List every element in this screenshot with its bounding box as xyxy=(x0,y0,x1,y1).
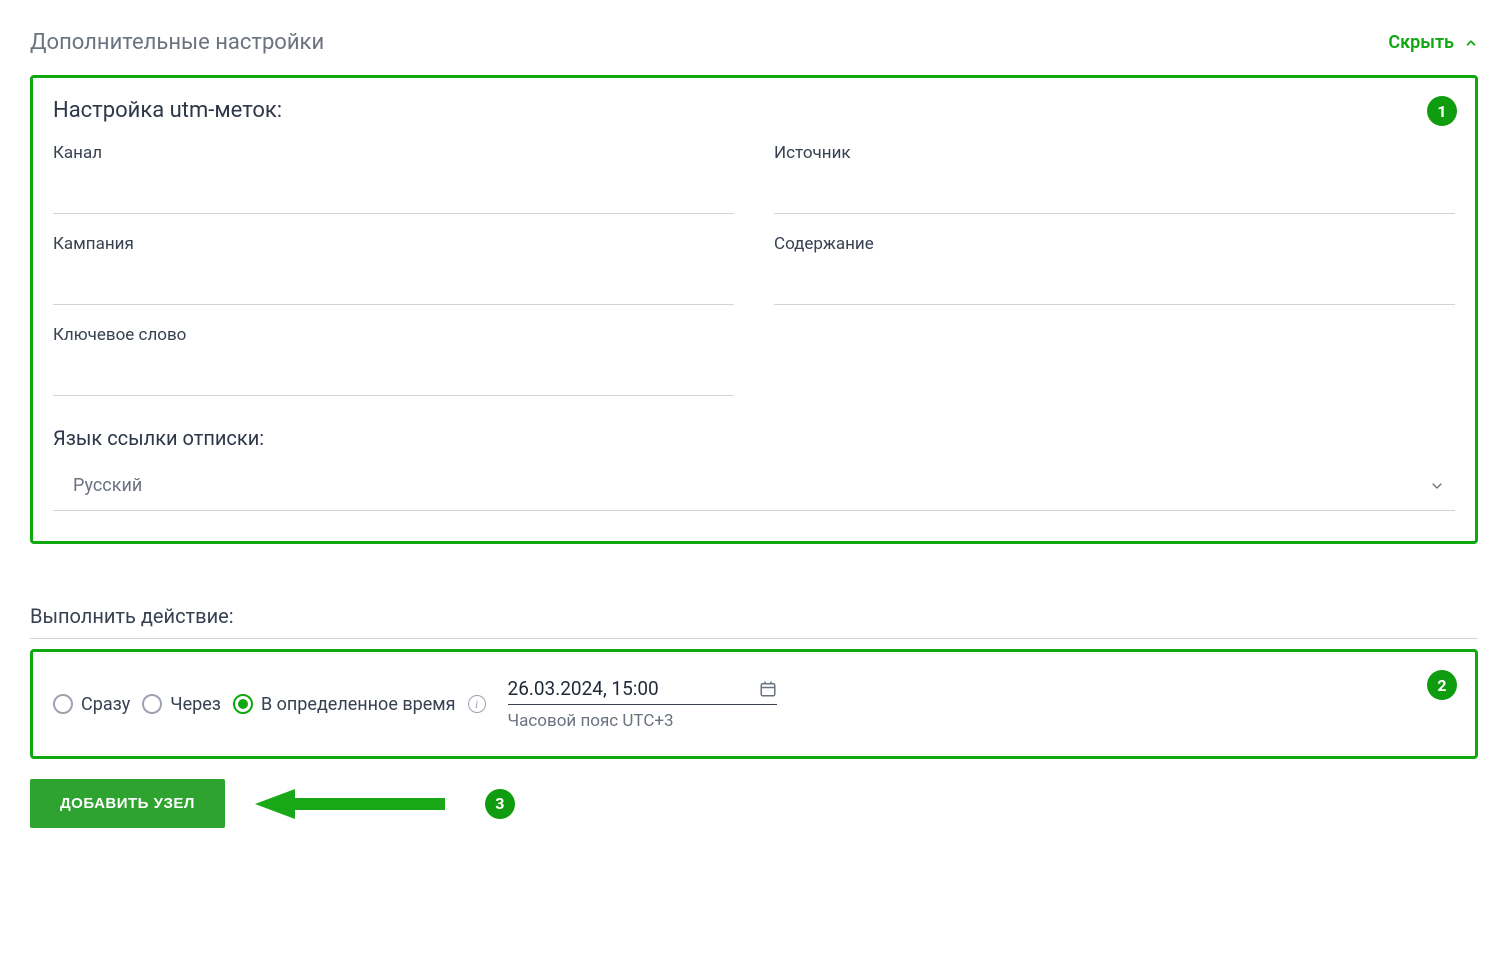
hide-toggle[interactable]: Скрыть xyxy=(1388,32,1478,53)
language-title: Язык ссылки отписки: xyxy=(53,426,1455,450)
radio-circle-icon xyxy=(53,694,73,714)
radio-circle-selected-icon xyxy=(233,694,253,714)
keyword-label: Ключевое слово xyxy=(53,325,734,345)
content-input[interactable] xyxy=(774,262,1455,305)
action-title: Выполнить действие: xyxy=(30,604,1478,639)
radio-after-label: Через xyxy=(170,694,221,715)
timezone-text: Часовой пояс UTC+3 xyxy=(508,711,777,731)
arrow-left-icon xyxy=(255,784,455,824)
annotation-badge-1: 1 xyxy=(1427,96,1457,126)
radio-dot-icon xyxy=(238,699,248,709)
radio-after[interactable]: Через xyxy=(142,694,221,715)
source-input[interactable] xyxy=(774,171,1455,214)
utm-section-title: Настройка utm-меток: xyxy=(53,98,1455,123)
keyword-input[interactable] xyxy=(53,353,734,396)
radio-immediately-label: Сразу xyxy=(81,694,130,715)
content-label: Содержание xyxy=(774,234,1455,254)
info-icon[interactable]: i xyxy=(468,695,486,713)
channel-input[interactable] xyxy=(53,171,734,214)
page-title: Дополнительные настройки xyxy=(30,30,324,55)
datetime-value: 26.03.2024, 15:00 xyxy=(508,677,659,700)
action-panel: 2 Сразу Через В определенное время i 26.… xyxy=(30,649,1478,759)
radio-circle-icon xyxy=(142,694,162,714)
source-label: Источник xyxy=(774,143,1455,163)
annotation-badge-3: 3 xyxy=(485,789,515,819)
language-select[interactable]: Русский xyxy=(53,465,1455,511)
radio-at-time[interactable]: В определенное время xyxy=(233,694,456,715)
add-node-button[interactable]: ДОБАВИТЬ УЗЕЛ xyxy=(30,779,225,828)
annotation-badge-2: 2 xyxy=(1427,670,1457,700)
campaign-input[interactable] xyxy=(53,262,734,305)
datetime-input[interactable]: 26.03.2024, 15:00 xyxy=(508,677,777,705)
channel-label: Канал xyxy=(53,143,734,163)
hide-label: Скрыть xyxy=(1388,32,1454,53)
chevron-down-icon xyxy=(1429,478,1445,494)
annotation-arrow xyxy=(255,784,455,824)
utm-settings-panel: 1 Настройка utm-меток: Канал Источник Ка… xyxy=(30,75,1478,544)
campaign-label: Кампания xyxy=(53,234,734,254)
language-selected-value: Русский xyxy=(73,475,142,496)
radio-at-time-label: В определенное время xyxy=(261,694,456,715)
radio-immediately[interactable]: Сразу xyxy=(53,694,130,715)
chevron-up-icon xyxy=(1464,36,1478,50)
calendar-icon xyxy=(759,680,777,698)
